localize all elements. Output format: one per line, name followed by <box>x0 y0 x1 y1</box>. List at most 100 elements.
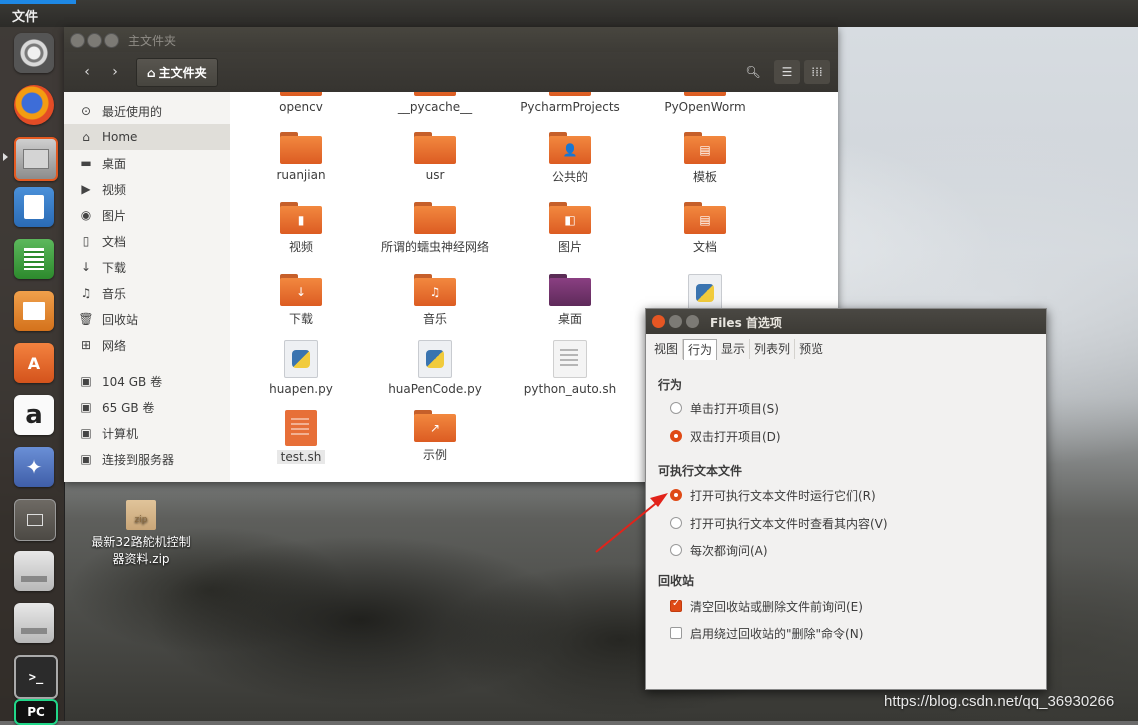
grid-view-button[interactable]: ⁞⁞⁞ <box>804 60 830 84</box>
file-item[interactable]: huaPenCode.py <box>370 340 500 396</box>
desktop-zip-file[interactable]: zip 最新32路舵机控制器资料.zip <box>86 500 196 568</box>
minimize-button[interactable] <box>87 33 102 48</box>
sidebar-item-4[interactable]: ◉ 图片 <box>64 202 230 228</box>
close-button[interactable] <box>652 315 665 328</box>
tab-behavior[interactable]: 行为 <box>683 339 718 360</box>
file-item[interactable]: ↗ 示例 <box>370 410 500 463</box>
file-item[interactable]: ▮ 视频 <box>236 202 366 255</box>
file-item[interactable]: __pycache__ <box>370 92 500 114</box>
close-button[interactable] <box>70 33 85 48</box>
chevron-left-icon: ‹ <box>84 64 90 80</box>
file-label: 示例 <box>422 448 447 462</box>
radio-indicator[interactable] <box>670 402 682 414</box>
sidebar-item-5[interactable]: ▯ 文档 <box>64 228 230 254</box>
pycharm-icon[interactable]: PC <box>14 699 58 725</box>
firefox-icon[interactable] <box>14 85 54 125</box>
drive-icon[interactable] <box>14 603 54 643</box>
calc-icon[interactable] <box>14 239 54 279</box>
ubuntu-logo-icon[interactable] <box>14 33 54 73</box>
back-button[interactable]: ‹ <box>74 59 100 85</box>
breadcrumb-home[interactable]: ⌂ 主文件夹 <box>136 58 218 87</box>
bypass-trash-checkbox[interactable]: 启用绕过回收站的"删除"命令(N) <box>670 623 863 643</box>
zip-icon: zip <box>126 500 156 530</box>
workspace-switcher-icon[interactable] <box>14 499 56 541</box>
impress-icon[interactable] <box>14 291 54 331</box>
checkbox-indicator[interactable] <box>670 627 682 639</box>
search-button[interactable]: 🔍︎ <box>740 60 766 84</box>
sidebar-item-label: 网络 <box>102 338 127 353</box>
drive-icon: ▣ <box>80 374 92 388</box>
file-item[interactable]: opencv <box>236 92 366 114</box>
single-click-radio[interactable]: 单击打开项目(S) <box>670 398 779 418</box>
list-view-button[interactable]: ☰ <box>774 60 800 84</box>
folder-icon <box>414 92 456 96</box>
tab-display[interactable]: 显示 <box>717 339 751 359</box>
radio-indicator[interactable] <box>670 517 682 529</box>
radio-indicator[interactable] <box>670 489 682 501</box>
tab-list-columns[interactable]: 列表列 <box>750 339 796 359</box>
run-executable-radio[interactable]: 打开可执行文本文件时运行它们(R) <box>670 485 876 505</box>
file-item[interactable]: ↓ 下载 <box>236 274 366 327</box>
sidebar-item-6[interactable]: ↓ 下载 <box>64 254 230 280</box>
system-settings-icon[interactable]: ✦ <box>14 447 54 487</box>
software-center-icon[interactable]: A <box>14 343 54 383</box>
file-item[interactable]: 所谓的蠕虫神经网络 <box>370 202 500 255</box>
sidebar-item-11[interactable]: ▣ 65 GB 卷 <box>64 394 230 420</box>
file-item[interactable]: usr <box>370 132 500 182</box>
amazon-icon[interactable]: a <box>14 395 54 435</box>
tab-preview[interactable]: 预览 <box>795 339 827 359</box>
sidebar-item-label: 音乐 <box>102 286 127 301</box>
maximize-button[interactable] <box>686 315 699 328</box>
minimize-button[interactable] <box>669 315 682 328</box>
impress-slide-icon <box>23 302 45 320</box>
sidebar-item-3[interactable]: ▶ 视频 <box>64 176 230 202</box>
sidebar-item-13[interactable]: ▣ 连接到服务器 <box>64 446 230 472</box>
file-item[interactable]: ♫ 音乐 <box>370 274 500 327</box>
sidebar-item-8[interactable]: 🗑 回收站 <box>64 306 230 332</box>
file-item[interactable]: PycharmProjects <box>505 92 635 114</box>
file-item[interactable]: PyOpenWorm <box>640 92 770 114</box>
folder-emblem-icon: ↓ <box>295 285 307 299</box>
sidebar-item-7[interactable]: ♫ 音乐 <box>64 280 230 306</box>
sidebar-item-10[interactable]: ▣ 104 GB 卷 <box>64 368 230 394</box>
forward-button[interactable]: › <box>102 59 128 85</box>
sidebar-item-1[interactable]: ⌂ Home <box>64 124 230 150</box>
text-lines <box>560 349 578 367</box>
drive-icon[interactable] <box>14 551 54 591</box>
sidebar-item-2[interactable]: ▬ 桌面 <box>64 150 230 176</box>
file-item[interactable]: 桌面 <box>505 274 635 327</box>
radio-indicator[interactable] <box>670 430 682 442</box>
file-item[interactable]: ruanjian <box>236 132 366 182</box>
folder-icon <box>414 132 456 164</box>
writer-icon[interactable] <box>14 187 54 227</box>
files-icon[interactable] <box>14 137 58 181</box>
ask-before-empty-checkbox[interactable]: 清空回收站或删除文件前询问(E) <box>670 596 863 616</box>
tab-view[interactable]: 视图 <box>650 339 684 359</box>
view-executable-radio[interactable]: 打开可执行文本文件时查看其内容(V) <box>670 513 888 533</box>
file-item[interactable]: ◧ 图片 <box>505 202 635 255</box>
double-click-radio[interactable]: 双击打开项目(D) <box>670 426 781 446</box>
fm-sidebar: ⊙ 最近使用的 ⌂ Home ▬ 桌面 ▶ 视频 ◉ 图片 ▯ 文档 ↓ 下载 ♫ 音乐 🗑 回收站 ⊞ 网络 ▣ 104… <box>64 92 231 482</box>
file-label: 所谓的蠕虫神经网络 <box>380 240 489 254</box>
file-item[interactable]: 👤 公共的 <box>505 132 635 185</box>
file-item[interactable]: huapen.py <box>236 340 366 396</box>
radio-indicator[interactable] <box>670 544 682 556</box>
file-label: 下载 <box>288 312 313 326</box>
terminal-icon[interactable]: >_ <box>14 655 58 699</box>
sidebar-item-12[interactable]: ▣ 计算机 <box>64 420 230 446</box>
sidebar-item-0[interactable]: ⊙ 最近使用的 <box>64 98 230 124</box>
file-item[interactable]: ▤ 文档 <box>640 202 770 255</box>
ask-each-time-radio[interactable]: 每次都询问(A) <box>670 540 768 560</box>
checkbox-indicator[interactable] <box>670 598 682 612</box>
file-item[interactable]: ▤ 模板 <box>640 132 770 185</box>
app-menu-title[interactable]: 文件 <box>12 6 38 25</box>
folder-body <box>414 136 456 164</box>
maximize-button[interactable] <box>104 33 119 48</box>
sidebar-item-label: 文档 <box>102 234 127 249</box>
file-item[interactable]: test.sh <box>236 410 366 464</box>
folder-icon <box>414 202 456 234</box>
sidebar-item-9[interactable]: ⊞ 网络 <box>64 332 230 358</box>
recent-icon: ⊙ <box>80 104 92 118</box>
file-item[interactable]: python_auto.sh <box>505 340 635 396</box>
folder-icon <box>549 274 591 306</box>
